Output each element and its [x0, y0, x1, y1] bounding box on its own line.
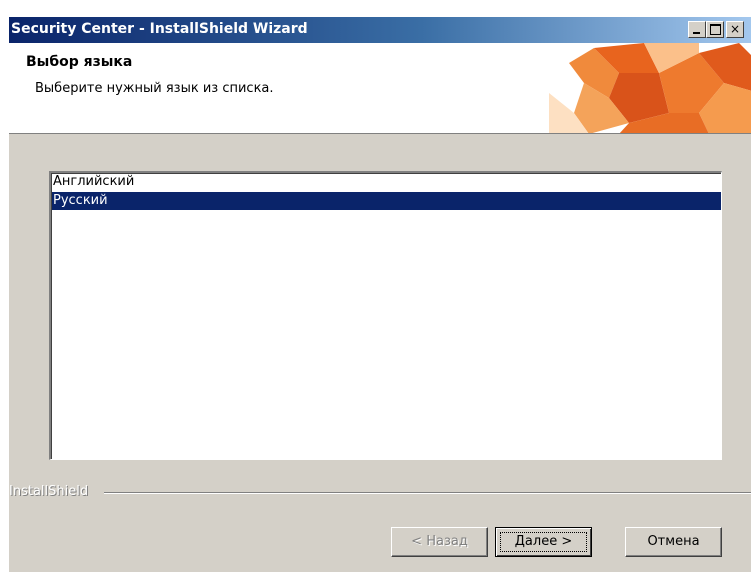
maximize-button[interactable] — [706, 21, 724, 38]
page-subtitle: Выберите нужный язык из списка. — [35, 81, 274, 96]
focus-rectangle — [500, 532, 587, 552]
branding-row: InstallShield — [9, 484, 751, 500]
next-button[interactable]: Далее > — [495, 527, 592, 557]
list-item-russian[interactable]: Русский — [52, 192, 721, 210]
separator-line-highlight — [104, 493, 751, 494]
list-item-english[interactable]: Английский — [52, 173, 721, 191]
window-title: Security Center - InstallShield Wizard — [11, 21, 308, 37]
cancel-button[interactable]: Отмена — [625, 527, 722, 557]
page-title: Выбор языка — [26, 54, 133, 70]
close-button[interactable]: × — [726, 21, 744, 38]
back-button[interactable]: < Назад — [391, 527, 488, 557]
wizard-header: Выбор языка Выберите нужный язык из спис… — [9, 43, 751, 134]
language-listbox[interactable]: Английский Русский — [49, 171, 722, 460]
installshield-label: InstallShield — [9, 484, 89, 499]
title-bar[interactable]: Security Center - InstallShield Wizard × — [9, 17, 751, 43]
installer-window: Security Center - InstallShield Wizard ×… — [8, 16, 751, 572]
header-logo-art — [549, 43, 751, 133]
minimize-button[interactable] — [688, 21, 706, 38]
